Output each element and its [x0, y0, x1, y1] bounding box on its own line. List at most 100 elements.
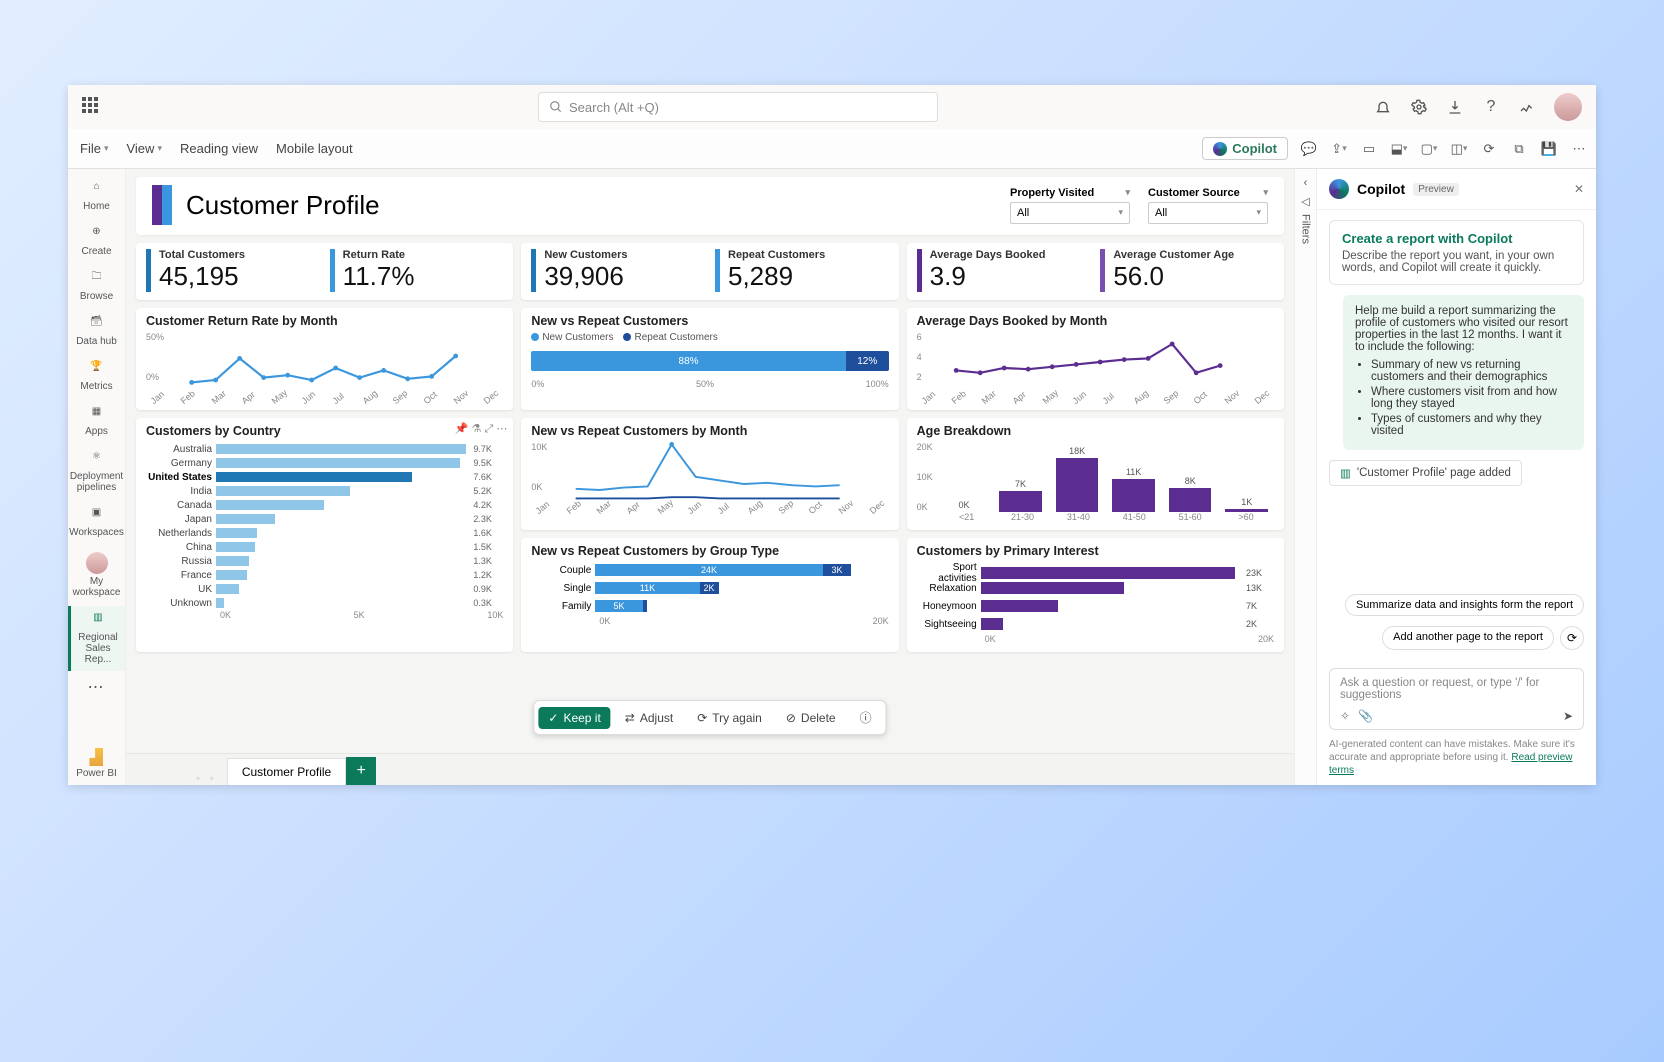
keep-it-button[interactable]: ✓ Keep it [538, 707, 610, 729]
country-row[interactable]: China1.5K [146, 540, 503, 554]
close-icon[interactable]: ✕ [1574, 182, 1584, 196]
country-row[interactable]: India5.2K [146, 484, 503, 498]
user-avatar[interactable] [1554, 93, 1582, 121]
country-row[interactable]: Germany9.5K [146, 456, 503, 470]
visual-options[interactable]: 📌 ⚗ ⤢ ⋯ [455, 422, 508, 436]
copilot-header: Copilot Preview ✕ [1317, 169, 1596, 210]
nav-powerbi[interactable]: Power BI [76, 748, 117, 779]
copilot-label: Copilot [1232, 141, 1277, 156]
interest-row[interactable]: Sightseeing2K [917, 616, 1274, 632]
try-again-button[interactable]: ⟳ Try again [687, 707, 772, 729]
filters-pane-collapsed[interactable]: ‹ ◁ Filters [1294, 169, 1316, 785]
copilot-added-chip: ▥ 'Customer Profile' page added [1329, 460, 1522, 486]
suggestion-summarize[interactable]: Summarize data and insights form the rep… [1345, 594, 1584, 616]
help-icon[interactable]: ? [1482, 98, 1500, 116]
country-row[interactable]: Russia1.3K [146, 554, 503, 568]
chart-avg-days-month[interactable]: Average Days Booked by Month 642 JanFebM… [907, 308, 1284, 410]
slicer-property-dropdown[interactable]: All▾ [1010, 202, 1130, 224]
menu-file[interactable]: File▾ [80, 141, 108, 156]
interest-row[interactable]: Relaxation13K [917, 580, 1274, 596]
nav-my-workspace[interactable]: My workspace [68, 546, 125, 604]
nav-apps[interactable]: ▦Apps [68, 400, 125, 443]
kpi-repeat-label: Repeat Customers [728, 249, 889, 261]
report-header: Customer Profile Property Visited▾ All▾ … [136, 177, 1284, 235]
send-icon[interactable]: ➤ [1563, 709, 1573, 723]
download-icon[interactable] [1446, 98, 1464, 116]
copilot-suggestions: Summarize data and insights form the rep… [1329, 594, 1584, 616]
chat-icon[interactable]: 💬 [1300, 140, 1318, 158]
attach-icon[interactable]: 📎 [1358, 709, 1373, 723]
interest-row[interactable]: Sport activities23K [917, 562, 1274, 578]
search-input[interactable]: Search (Alt +Q) [538, 92, 938, 122]
nav-workspaces[interactable]: ▣Workspaces [68, 501, 125, 544]
share-icon[interactable]: ⇪▾ [1330, 140, 1348, 158]
country-row[interactable]: Unknown0.3K [146, 596, 503, 610]
bookmark-icon[interactable]: ◫▾ [1450, 140, 1468, 158]
country-row[interactable]: Japan2.3K [146, 512, 503, 526]
country-row[interactable]: France1.2K [146, 568, 503, 582]
group-type-row[interactable]: Couple24K3K [531, 562, 888, 578]
slicer-source-dropdown[interactable]: All▾ [1148, 202, 1268, 224]
more-icon[interactable]: ⋯ [1570, 140, 1588, 158]
filters-label: Filters [1300, 214, 1312, 244]
menu-mobile-layout[interactable]: Mobile layout [276, 141, 353, 156]
refresh-icon[interactable]: ⟳ [1480, 140, 1498, 158]
interest-row[interactable]: Honeymoon7K [917, 598, 1274, 614]
notifications-icon[interactable] [1374, 98, 1392, 116]
menu-reading-view[interactable]: Reading view [180, 141, 258, 156]
reading-icon[interactable]: ▭ [1360, 140, 1378, 158]
search-icon [549, 100, 563, 114]
nav-create[interactable]: ⊕Create [68, 220, 125, 263]
chart-group-type[interactable]: New vs Repeat Customers by Group Type Co… [521, 538, 898, 652]
chart-nvr-month[interactable]: New vs Repeat Customers by Month 10K0K J… [521, 418, 898, 530]
feedback-icon[interactable] [1518, 98, 1536, 116]
delete-button[interactable]: ⊘ Delete [776, 707, 846, 729]
kpi-total-customers-label: Total Customers [159, 249, 320, 261]
app-launcher-icon[interactable] [82, 97, 102, 117]
settings-icon[interactable] [1410, 98, 1428, 116]
tab-nav-prev[interactable]: ◦ ◦ [196, 771, 217, 785]
country-row[interactable]: Australia9.7K [146, 442, 503, 456]
sparkle-icon[interactable]: ✧ [1340, 709, 1350, 723]
country-row[interactable]: United States7.6K [146, 470, 503, 484]
country-row[interactable]: Netherlands1.6K [146, 526, 503, 540]
copilot-intro-card: Create a report with Copilot Describe th… [1329, 220, 1584, 285]
nav-home[interactable]: ⌂Home [68, 175, 125, 218]
copilot-card-body: Describe the report you want, in your ow… [1342, 250, 1571, 274]
group-type-row[interactable]: Family5K [531, 598, 888, 614]
nav-deployment[interactable]: ⚛Deployment pipelines [68, 445, 125, 499]
nav-data-hub[interactable]: 🗃Data hub [68, 310, 125, 353]
copilot-input[interactable]: Ask a question or request, or type '/' f… [1329, 668, 1584, 730]
present-icon[interactable]: ▢▾ [1420, 140, 1438, 158]
country-row[interactable]: UK0.9K [146, 582, 503, 596]
refresh-suggestions-icon[interactable]: ⟳ [1560, 626, 1584, 650]
chart-new-vs-repeat-pct[interactable]: New vs Repeat Customers New Customers Re… [521, 308, 898, 410]
nav-more[interactable]: ⋯ [88, 677, 106, 697]
chart-return-rate[interactable]: Customer Return Rate by Month 50%0% JanF… [136, 308, 513, 410]
nav-metrics[interactable]: 🏆Metrics [68, 355, 125, 398]
kpi-card-1: Total Customers45,195 Return Rate11.7% [136, 243, 513, 300]
kpi-avgdays-value: 3.9 [930, 261, 1091, 292]
copilot-button[interactable]: Copilot [1202, 137, 1288, 160]
menu-view[interactable]: View▾ [126, 141, 161, 156]
chart-by-country[interactable]: Customers by Country 📌 ⚗ ⤢ ⋯ Australia9.… [136, 418, 513, 652]
adjust-button[interactable]: ⇄ Adjust [615, 707, 683, 729]
copilot-logo-icon [1329, 179, 1349, 199]
slicer-property: Property Visited▾ All▾ [1010, 187, 1130, 224]
info-button[interactable]: ⓘ [850, 705, 882, 730]
tab-customer-profile[interactable]: Customer Profile [227, 758, 346, 785]
copy-icon[interactable]: ⧉ [1510, 140, 1528, 158]
chart-age[interactable]: Age Breakdown 20K10K0K 0K7K18K11K8K1K <2… [907, 418, 1284, 530]
add-page-button[interactable]: + [346, 757, 376, 785]
country-row[interactable]: Canada4.2K [146, 498, 503, 512]
kpi-repeat-value: 5,289 [728, 261, 889, 292]
group-type-row[interactable]: Single11K2K [531, 580, 888, 596]
export-icon[interactable]: ⬓▾ [1390, 140, 1408, 158]
save-icon[interactable]: 💾 [1540, 140, 1558, 158]
chart-primary-interest[interactable]: Customers by Primary Interest Sport acti… [907, 538, 1284, 652]
kpi-card-3: Average Days Booked3.9 Average Customer … [907, 243, 1284, 300]
kpi-avgage-label: Average Customer Age [1113, 249, 1274, 261]
nav-regional-sales[interactable]: ▥Regional Sales Rep... [68, 606, 125, 671]
nav-browse[interactable]: 🗀Browse [68, 265, 125, 308]
suggestion-add-page[interactable]: Add another page to the report [1382, 626, 1554, 650]
